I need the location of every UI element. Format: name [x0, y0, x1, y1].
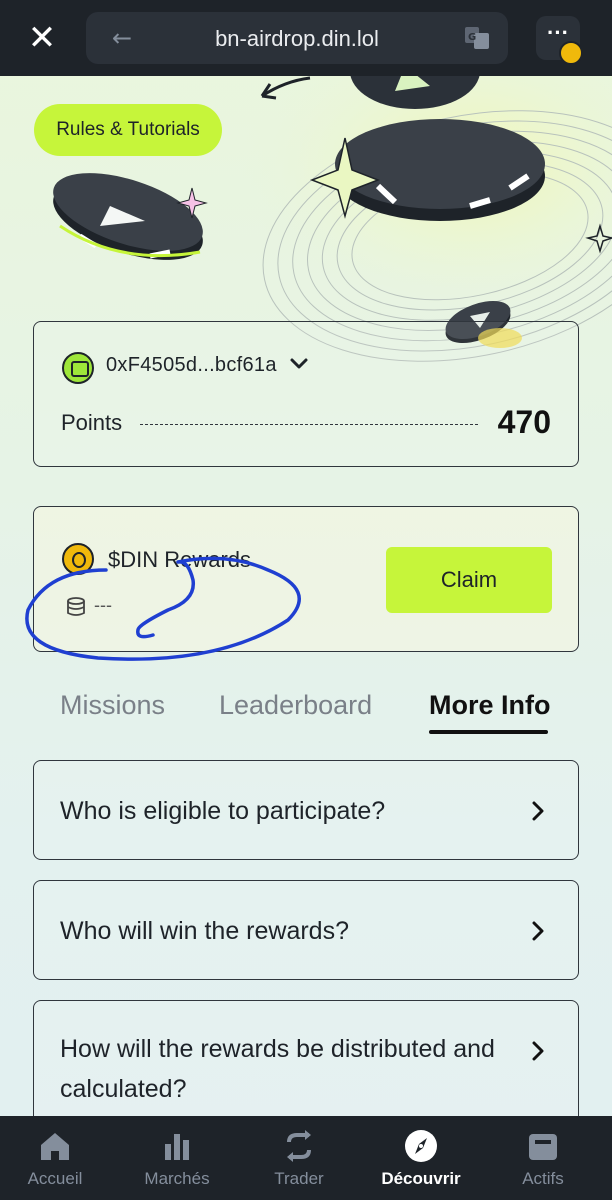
nav-label: Découvrir	[381, 1169, 461, 1188]
translate-icon[interactable]: G	[464, 26, 490, 50]
points-divider	[140, 424, 478, 425]
nav-accueil[interactable]: Accueil	[0, 1116, 110, 1200]
bnb-logo-icon	[559, 41, 583, 65]
nav-label: Trader	[274, 1169, 324, 1188]
url-text: bn-airdrop.din.lol	[215, 26, 379, 51]
nav-trader[interactable]: Trader	[244, 1116, 354, 1200]
wallet-icon	[529, 1134, 557, 1160]
points-label: Points	[61, 410, 123, 435]
rewards-amount: ---	[94, 595, 112, 615]
back-arrow-icon[interactable]: ←	[108, 24, 136, 52]
tab-leaderboard[interactable]: Leaderboard	[219, 690, 372, 721]
swap-icon	[287, 1130, 311, 1162]
compass-icon	[405, 1130, 437, 1162]
browser-toolbar: ✕ ← bn-airdrop.din.lol G ···	[0, 0, 612, 76]
wallet-address[interactable]: 0xF4505d...bcf61a	[106, 354, 277, 377]
rewards-title: $DIN Rewards	[108, 547, 252, 572]
faq-item[interactable]: Who will win the rewards?	[33, 880, 579, 980]
faq-item[interactable]: Who is eligible to participate?	[33, 760, 579, 860]
active-tab-indicator	[429, 730, 548, 734]
wallet-icon	[62, 352, 94, 384]
chevron-right-icon	[532, 1041, 544, 1061]
rewards-card: $DIN Rewards --- Claim	[33, 506, 579, 652]
coin-icon	[62, 543, 94, 575]
chevron-down-icon[interactable]	[288, 352, 310, 374]
nav-label: Actifs	[522, 1169, 564, 1188]
info-tabs: Missions Leaderboard More Info	[0, 680, 612, 740]
wallet-points-card: 0xF4505d...bcf61a Points 470	[33, 321, 579, 467]
url-bar[interactable]: ← bn-airdrop.din.lol G	[86, 12, 508, 64]
close-button[interactable]: ✕	[24, 20, 60, 56]
nav-label: Marchés	[144, 1169, 210, 1188]
faq-question: How will the rewards be distributed and …	[60, 1035, 495, 1103]
home-icon	[41, 1133, 69, 1160]
points-value: 470	[497, 404, 551, 440]
nav-label: Accueil	[27, 1169, 83, 1188]
nav-decouvrir[interactable]: Découvrir	[366, 1116, 476, 1200]
svg-text:G: G	[468, 32, 476, 43]
faq-question: Who is eligible to participate?	[60, 797, 386, 825]
nav-actifs[interactable]: Actifs	[488, 1116, 598, 1200]
nav-marches[interactable]: Marchés	[122, 1116, 232, 1200]
database-icon	[67, 597, 85, 616]
tab-missions[interactable]: Missions	[60, 690, 165, 721]
claim-button[interactable]: Claim	[386, 547, 552, 613]
faq-question: Who will win the rewards?	[60, 917, 349, 945]
tab-more-info[interactable]: More Info	[429, 690, 551, 721]
rules-tutorials-button[interactable]: Rules & Tutorials	[34, 104, 222, 156]
bottom-navigation: Accueil Marchés Trader Découvrir Actifs	[0, 1116, 612, 1200]
chevron-right-icon	[532, 801, 544, 821]
bar-chart-icon	[165, 1134, 189, 1160]
chevron-right-icon	[532, 921, 544, 941]
